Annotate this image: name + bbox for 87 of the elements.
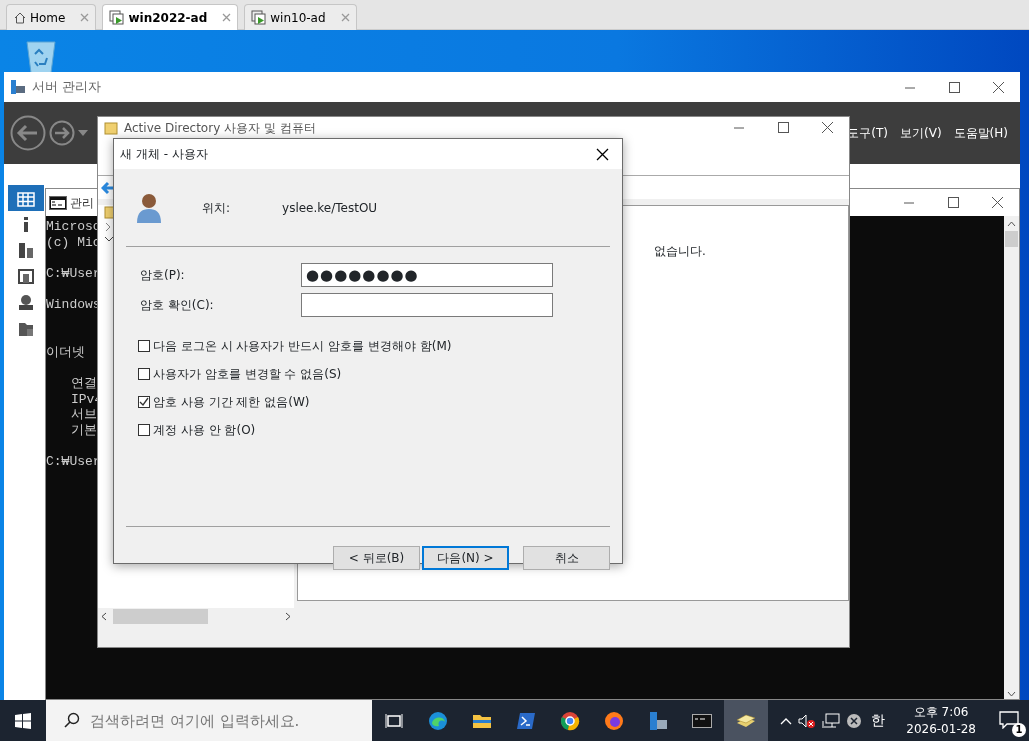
field-label: 암호(P): <box>140 267 186 284</box>
folder-icon <box>104 120 118 135</box>
tab[interactable]: win10-ad <box>244 4 357 30</box>
maximize-button[interactable] <box>945 195 961 210</box>
chevron-up-icon[interactable] <box>780 716 793 725</box>
console-text: C:₩User <box>46 454 101 471</box>
terminal-icon <box>516 710 536 731</box>
maximize-button[interactable] <box>946 79 962 95</box>
console-text: 연결 <box>70 375 97 392</box>
recycle-bin-icon[interactable] <box>24 38 58 74</box>
field-label: 암호 확인(C): <box>140 297 215 314</box>
menu-item[interactable]: 보기(V) <box>900 124 942 142</box>
console-text: (c) Mic <box>46 234 101 251</box>
console-text: C:₩User <box>46 266 101 282</box>
location-label: 위치: <box>202 199 231 217</box>
menu-item[interactable]: 도움말(H) <box>953 124 1008 142</box>
back-icon[interactable] <box>10 115 46 151</box>
console-text: Windows <box>46 297 101 314</box>
checkbox-label: 사용자가 암호를 변경할 수 없음(S) <box>153 365 342 383</box>
dashboard-icon <box>16 189 36 207</box>
close-icon[interactable] <box>222 13 232 22</box>
checkbox[interactable] <box>138 367 150 380</box>
close-button[interactable] <box>819 120 835 135</box>
network-icon[interactable] <box>822 712 841 729</box>
notification-count: 1 <box>1012 722 1026 737</box>
console-text: 기본 <box>70 423 97 439</box>
back-icon[interactable] <box>101 180 115 195</box>
password-field[interactable] <box>301 293 553 317</box>
search-icon <box>64 712 80 728</box>
scroll-up-icon[interactable] <box>1007 221 1016 227</box>
window-title: Active Directory 사용자 및 컴퓨터 <box>124 119 316 137</box>
expand-icon[interactable] <box>104 222 112 232</box>
scroll-left-icon[interactable] <box>101 612 107 621</box>
password-field[interactable]: ●●●●●●●● <box>301 263 553 287</box>
caret-icon[interactable] <box>78 130 88 136</box>
browser-icon <box>604 710 624 731</box>
scrollbar-thumb[interactable] <box>1005 231 1018 247</box>
close-button[interactable] <box>989 195 1005 210</box>
console-text: Microso <box>46 219 101 235</box>
tab[interactable]: Home <box>6 4 97 30</box>
dns-icon <box>16 293 36 311</box>
server-manager-icon <box>10 79 26 95</box>
dialog-title: 새 개체 - 사용자 <box>120 146 209 163</box>
forward-icon[interactable] <box>49 120 75 146</box>
ad-icon <box>16 267 36 285</box>
maximize-button[interactable] <box>775 120 791 135</box>
virtual-machine-icon <box>109 10 126 25</box>
home-icon <box>13 10 27 25</box>
checkbox[interactable] <box>138 339 150 352</box>
console-text: 이더넷 <box>46 344 85 361</box>
close-button[interactable] <box>595 147 609 161</box>
dialog-button[interactable]: 다음(N) > <box>422 546 509 570</box>
location-text: yslee.ke/TestOU <box>282 199 378 217</box>
checkbox[interactable] <box>138 395 150 408</box>
window-title: 서버 관리자 <box>32 78 103 97</box>
scroll-down-icon[interactable] <box>1007 691 1016 697</box>
tab[interactable]: win2022-ad <box>102 4 239 30</box>
checkbox[interactable] <box>138 423 150 436</box>
user-icon <box>136 191 162 224</box>
search-field[interactable]: 검색하려면 여기에 입력하세요. <box>46 700 372 741</box>
browser-icon <box>560 710 580 731</box>
dialog-button[interactable]: 취소 <box>523 546 610 570</box>
error-icon[interactable] <box>846 712 863 729</box>
scroll-right-icon[interactable] <box>285 612 291 621</box>
checkbox-label: 암호 사용 기간 제한 없음(W) <box>153 393 310 411</box>
start-icon[interactable] <box>15 712 31 729</box>
browser-icon <box>428 710 448 731</box>
close-button[interactable] <box>990 79 1006 95</box>
dialog-button[interactable]: < 뒤로(B) <box>333 546 420 570</box>
server-manager-icon <box>648 710 668 731</box>
console-icon <box>49 195 67 210</box>
servers-icon <box>16 241 36 259</box>
console-text: 서브 <box>70 407 97 424</box>
local-icon <box>23 215 29 233</box>
taskbar-app[interactable] <box>724 700 768 741</box>
virtual-machine-icon <box>251 10 268 25</box>
muted-speaker-icon[interactable] <box>798 713 817 728</box>
scrollbar-thumb[interactable] <box>113 609 208 624</box>
sidebar-item[interactable] <box>8 185 44 211</box>
ime-indicator[interactable]: 한 <box>868 710 889 731</box>
checkbox-label: 계정 사용 안 함(O) <box>153 421 256 439</box>
checkbox-label: 다음 로그온 시 사용자가 반드시 암호를 변경해야 함(M) <box>153 337 452 355</box>
message-text: 없습니다. <box>654 243 706 260</box>
console-text: IPv4 <box>70 391 103 408</box>
clock-time[interactable]: 오후 7:06 <box>913 703 969 721</box>
clock-date[interactable]: 2026-01-28 <box>906 720 976 738</box>
window-title: 관리 <box>70 194 94 212</box>
